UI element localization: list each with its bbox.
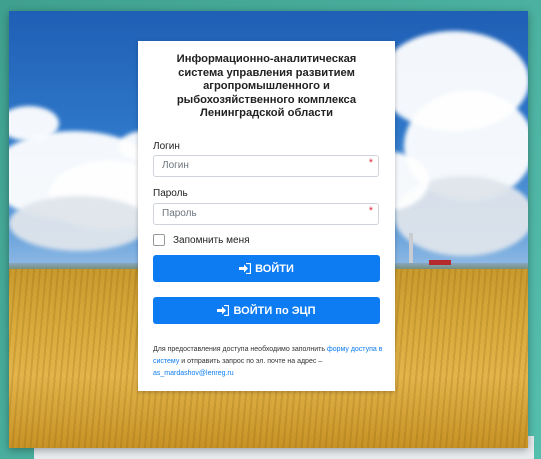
cloud	[9, 196, 149, 251]
required-mark: *	[368, 157, 373, 169]
ecp-login-button[interactable]: ВОЙТИ по ЭЦП	[153, 297, 380, 324]
login-input[interactable]: Логин *	[153, 155, 379, 177]
system-title: Информационно-аналитическая система упра…	[176, 53, 357, 120]
email-link[interactable]: as_mardashov@lenreg.ru	[153, 370, 234, 377]
login-button[interactable]: ВОЙТИ	[153, 255, 380, 282]
ecp-button-label: ВОЙТИ по ЭЦП	[233, 304, 316, 317]
tower	[409, 233, 413, 267]
login-card: Информационно-аналитическая система упра…	[138, 41, 395, 391]
login-button-label: ВОЙТИ	[255, 262, 294, 275]
access-note: Для предоставления доступа необходимо за…	[153, 344, 385, 380]
remember-me[interactable]: Запомнить меня	[153, 234, 250, 246]
password-input[interactable]: Пароль *	[153, 203, 379, 225]
login-label: Логин	[153, 141, 180, 152]
sign-in-icon	[217, 305, 230, 316]
required-mark: *	[368, 205, 373, 217]
note-text: и отправить запрос по эл. почте на адрес…	[179, 358, 323, 365]
password-placeholder: Пароль	[162, 208, 197, 219]
remember-checkbox[interactable]	[153, 234, 165, 246]
remember-label: Запомнить меня	[173, 234, 250, 246]
password-label: Пароль	[153, 188, 188, 199]
login-placeholder: Логин	[162, 160, 189, 171]
note-text: Для предоставления доступа необходимо за…	[153, 346, 327, 353]
distant-vehicle	[429, 260, 451, 265]
sign-in-icon	[239, 263, 252, 274]
